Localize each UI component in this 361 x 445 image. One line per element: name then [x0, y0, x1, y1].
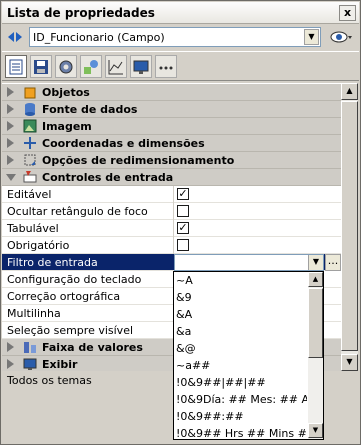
cube-icon [24, 87, 36, 99]
scroll-up-button[interactable]: ▲ [341, 83, 358, 100]
category-redimensionamento[interactable]: Opções de redimensionamento [2, 152, 341, 169]
input-controls-icon [23, 171, 37, 183]
property-label: Ocultar retângulo de foco [7, 205, 148, 218]
category-label: Coordenadas e dimensões [42, 137, 205, 150]
expand-icon[interactable] [7, 121, 14, 131]
property-label: Configuração do teclado [7, 273, 142, 286]
category-label: Opções de redimensionamento [42, 154, 235, 167]
dropdown-option[interactable]: &A [176, 306, 307, 323]
list-icon [9, 59, 23, 75]
tabulavel-checkbox[interactable]: ✓ [177, 222, 189, 234]
shapes-icon [84, 60, 98, 74]
object-combo-value: ID_Funcionario (Campo) [33, 31, 165, 44]
expand-icon[interactable] [7, 87, 14, 97]
properties-window: Lista de propriedades x ID_Funcionario (… [0, 0, 361, 445]
dropdown-scrollbar[interactable]: ▲ ▼ [308, 272, 323, 439]
category-objetos[interactable]: Objetos [2, 84, 341, 101]
save-icon [34, 60, 48, 74]
window-title: Lista de propriedades [7, 6, 155, 20]
category-toolbar [2, 51, 359, 81]
editavel-checkbox[interactable]: ✓ [177, 188, 189, 200]
expand-icon[interactable] [7, 138, 14, 148]
category-label: Fonte de dados [42, 103, 138, 116]
ocultar-checkbox[interactable] [177, 205, 189, 217]
property-row-tabulavel[interactable]: Tabulável ✓ [2, 220, 341, 237]
toolbar-more-button[interactable] [155, 55, 177, 78]
dropdown-option[interactable]: !0&9Día: ## Mes: ## Añ... [176, 391, 307, 408]
navigate-arrows-icon[interactable] [8, 31, 22, 43]
database-icon [25, 103, 35, 116]
filtro-combo[interactable]: ▼ [174, 254, 324, 271]
toolbar-list-button[interactable] [5, 55, 27, 78]
property-label: Seleção sempre visível [7, 324, 134, 337]
property-row-ocultar-retangulo[interactable]: Ocultar retângulo de foco [2, 203, 341, 220]
obrigatorio-checkbox[interactable] [177, 239, 189, 251]
property-label: Filtro de entrada [7, 256, 98, 269]
chevron-down-icon[interactable]: ▼ [308, 255, 323, 270]
more-icon [159, 66, 173, 70]
eye-icon[interactable] [330, 30, 352, 44]
dropdown-scroll-thumb[interactable] [308, 288, 323, 358]
gear-icon [59, 60, 73, 74]
category-label: Objetos [42, 86, 90, 99]
category-controles-de-entrada[interactable]: Controles de entrada [2, 169, 341, 186]
dropdown-option[interactable]: &9 [176, 289, 307, 306]
category-label: Exibir [42, 358, 78, 371]
dropdown-scroll-up[interactable]: ▲ [308, 272, 323, 287]
resize-icon [24, 154, 36, 166]
toolbar-chart-button[interactable] [105, 55, 127, 78]
category-label: Faixa de valores [42, 341, 143, 354]
dropdown-option[interactable]: ~a## [176, 357, 307, 374]
object-combo[interactable]: ID_Funcionario (Campo) ▼ [29, 27, 321, 47]
toolbar-monitor-button[interactable] [130, 55, 152, 78]
property-label: Correção ortográfica [7, 290, 121, 303]
display-icon [23, 358, 37, 370]
title-bar[interactable]: Lista de propriedades x [2, 2, 359, 24]
category-coordenadas[interactable]: Coordenadas e dimensões [2, 135, 341, 152]
property-label: Obrigatório [7, 239, 70, 252]
dropdown-option[interactable]: &a [176, 323, 307, 340]
collapse-icon[interactable] [6, 174, 16, 181]
chevron-down-icon[interactable]: ▼ [304, 29, 319, 45]
property-row-filtro-de-entrada[interactable]: Filtro de entrada ▼ ... [2, 254, 341, 271]
dropdown-option[interactable]: !0&9## Hrs ## Mins ## ... [176, 425, 307, 439]
object-selector-bar: ID_Funcionario (Campo) ▼ [2, 24, 359, 50]
chart-icon [108, 60, 123, 75]
image-icon [23, 119, 37, 133]
expand-icon[interactable] [7, 104, 14, 114]
toolbar-save-button[interactable] [30, 55, 52, 78]
expand-icon[interactable] [7, 359, 14, 369]
close-button[interactable]: x [339, 5, 356, 21]
expand-icon[interactable] [7, 342, 14, 352]
scroll-thumb[interactable] [341, 101, 358, 351]
property-label: Editável [7, 188, 52, 201]
category-imagem[interactable]: Imagem [2, 118, 341, 135]
dropdown-scroll-down[interactable]: ▼ [308, 423, 323, 438]
grid-scrollbar[interactable]: ▲ ▼ [341, 83, 358, 371]
category-label: Controles de entrada [42, 171, 174, 184]
property-label: Tabulável [7, 222, 59, 235]
filter-dropdown-list[interactable]: ~A &9 &A &a &@ ~a## !0&9##|##|## !0&9Día… [173, 271, 324, 440]
scroll-down-button[interactable]: ▼ [341, 354, 358, 371]
monitor-icon [133, 60, 149, 74]
property-row-editavel[interactable]: Editável ✓ [2, 186, 341, 203]
expand-icon[interactable] [7, 155, 14, 165]
status-text: Todos os temas [7, 374, 92, 387]
dropdown-option[interactable]: !0&9##|##|## [176, 374, 307, 391]
category-label: Imagem [42, 120, 92, 133]
dropdown-option[interactable]: !0&9##:## [176, 408, 307, 425]
move-icon [24, 137, 36, 149]
range-icon [24, 342, 36, 353]
property-label: Multilinha [7, 307, 61, 320]
category-fonte-de-dados[interactable]: Fonte de dados [2, 101, 341, 118]
dropdown-option[interactable]: ~A [176, 272, 307, 289]
property-row-obrigatorio[interactable]: Obrigatório [2, 237, 341, 254]
toolbar-shapes-button[interactable] [80, 55, 102, 78]
toolbar-gear-button[interactable] [55, 55, 77, 78]
filtro-ellipsis-button[interactable]: ... [325, 254, 341, 271]
dropdown-option[interactable]: &@ [176, 340, 307, 357]
